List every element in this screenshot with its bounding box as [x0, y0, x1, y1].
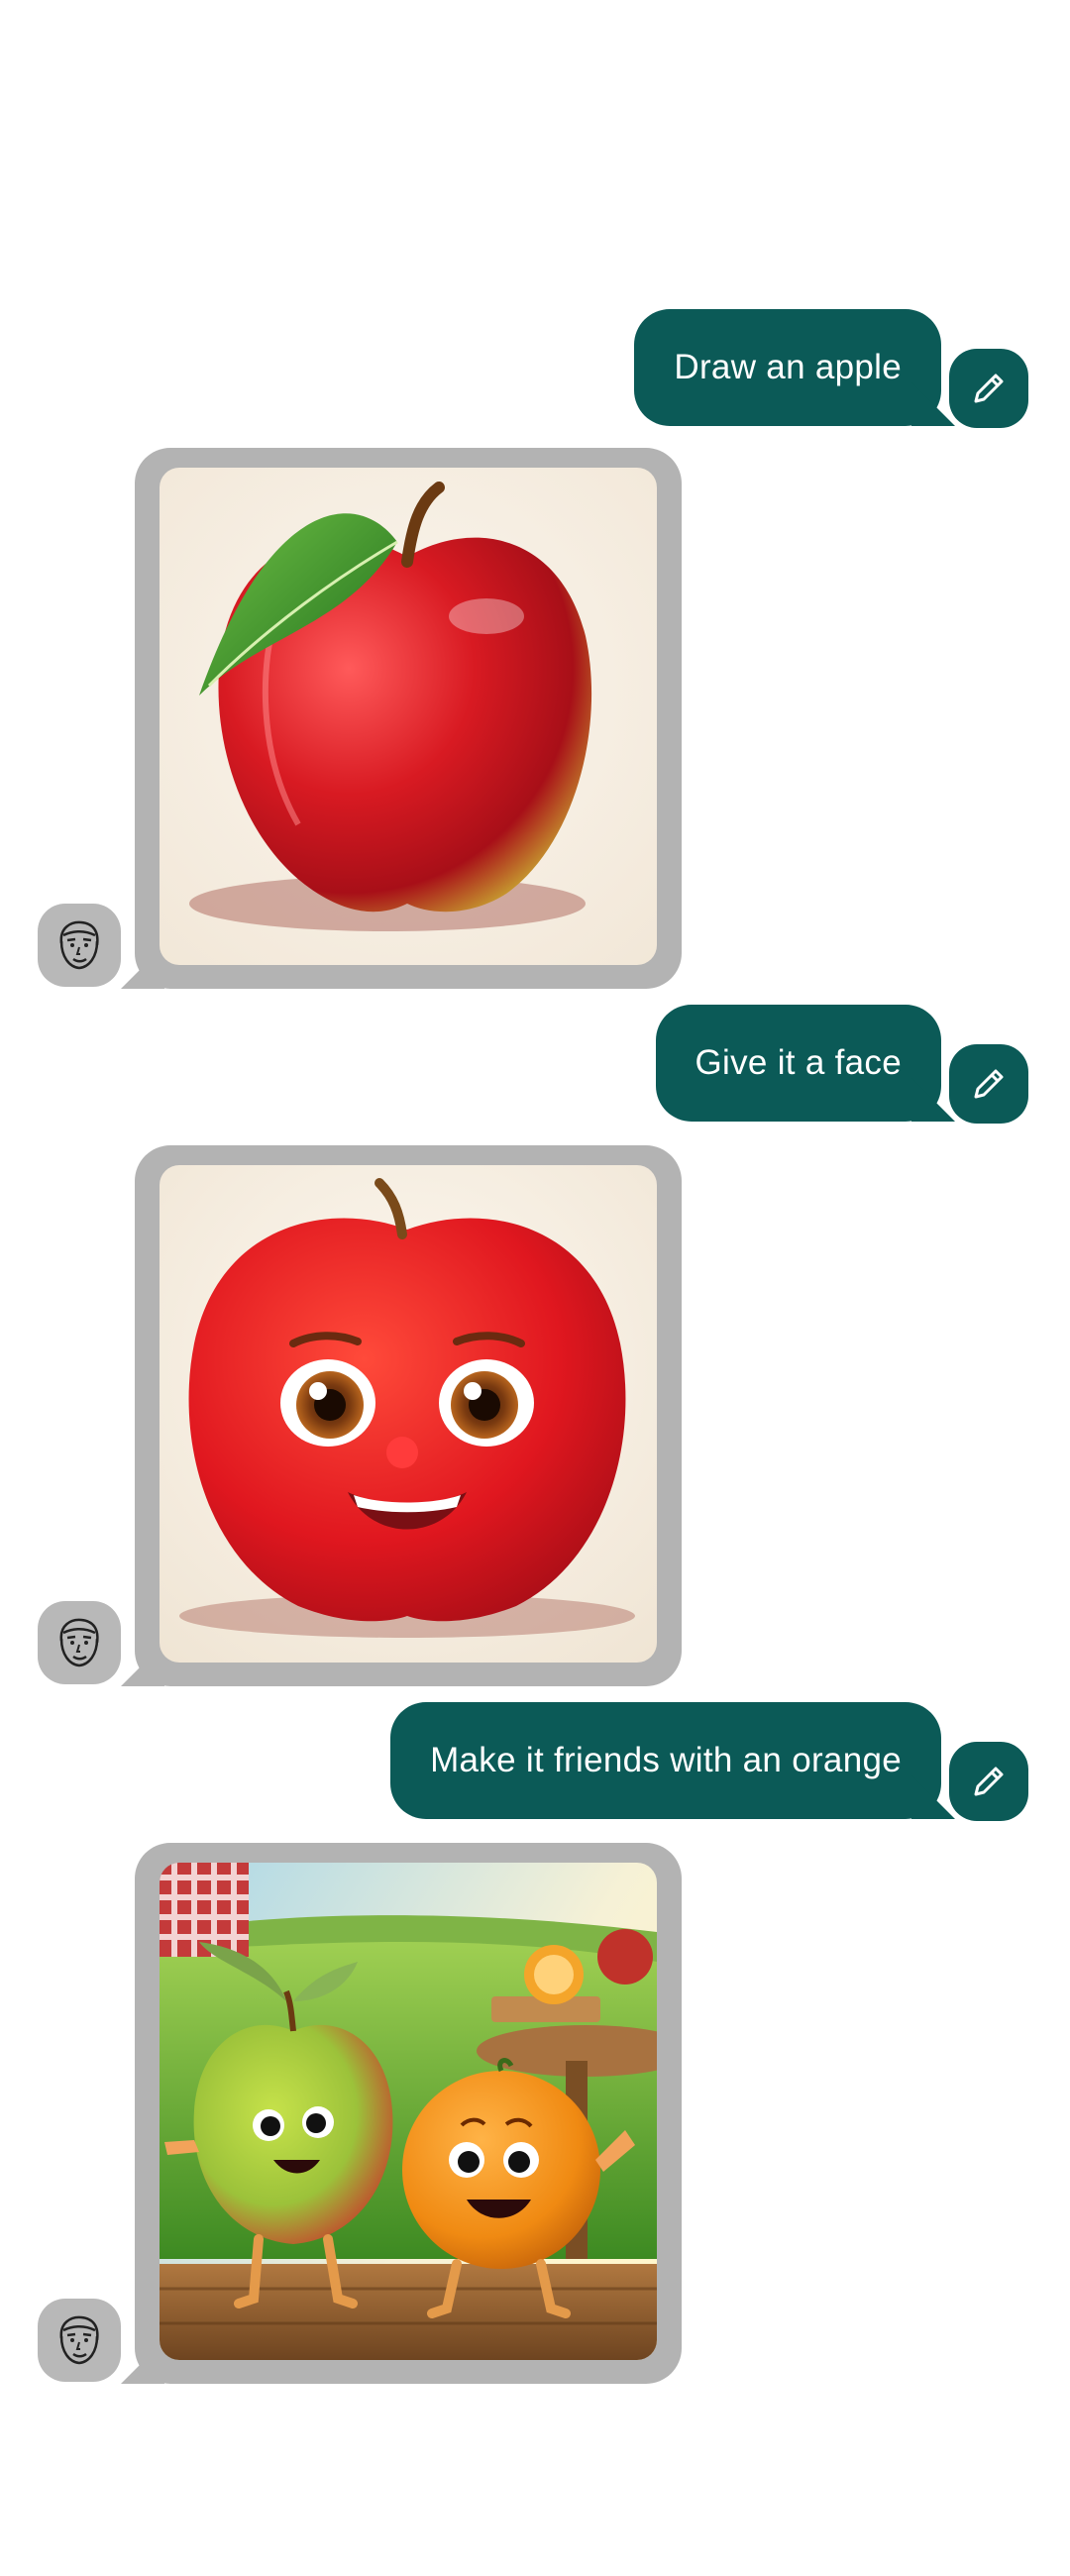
pencil-icon	[974, 1767, 1004, 1796]
face-icon	[59, 1618, 99, 1667]
pencil-icon	[974, 1069, 1004, 1099]
face-icon	[59, 920, 99, 970]
user-message-bubble: Give it a face	[655, 1005, 955, 1122]
user-message-bubble: Make it friends with an orange	[390, 1702, 955, 1819]
apple-orange-image	[160, 1863, 657, 2360]
assistant-avatar	[38, 904, 121, 987]
assistant-image-bubble	[121, 448, 682, 989]
assistant-avatar	[38, 1601, 121, 1684]
edit-prompt-button[interactable]	[949, 1044, 1028, 1124]
face-icon	[59, 2315, 99, 2365]
generated-image[interactable]	[160, 468, 657, 965]
user-message-text: Draw an apple	[674, 348, 902, 386]
assistant-avatar	[38, 2299, 121, 2382]
generated-image[interactable]	[160, 1165, 657, 1663]
assistant-image-bubble	[121, 1145, 682, 1686]
apple-image	[160, 468, 657, 965]
assistant-image-bubble	[121, 1843, 682, 2384]
pencil-icon	[974, 374, 1004, 403]
apple-face-image	[160, 1165, 657, 1663]
user-message-text: Give it a face	[695, 1043, 902, 1082]
user-message-text: Make it friends with an orange	[430, 1741, 902, 1779]
generated-image[interactable]	[160, 1863, 657, 2360]
edit-prompt-button[interactable]	[949, 1742, 1028, 1821]
user-message-bubble: Draw an apple	[634, 309, 955, 426]
edit-prompt-button[interactable]	[949, 349, 1028, 428]
